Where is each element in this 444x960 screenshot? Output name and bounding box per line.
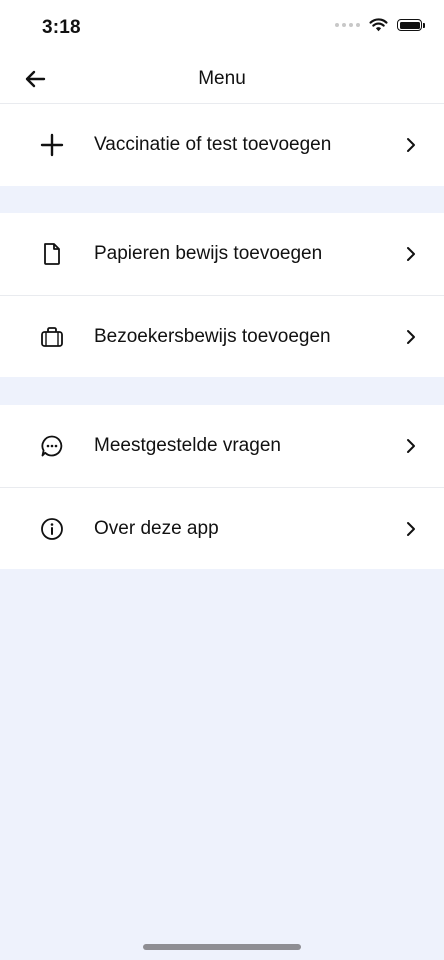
menu-section-proofs: Papieren bewijs toevoegen Bezoekersbewij… [0,213,444,377]
menu-item-label: Over deze app [94,517,219,539]
briefcase-icon [39,324,65,350]
chevron-right-icon [404,136,418,154]
chevron-right-icon [404,245,418,263]
chevron-right-icon [404,520,418,538]
info-icon [39,516,65,542]
status-time: 3:18 [42,17,81,38]
menu-item-add-paper-proof[interactable]: Papieren bewijs toevoegen [0,213,444,295]
wifi-icon [369,18,388,32]
menu-section-info: Meestgestelde vragen Over deze app [0,405,444,569]
chevron-right-icon [404,328,418,346]
menu-item-label: Papieren bewijs toevoegen [94,243,323,264]
document-icon [39,241,65,267]
nav-bar: Menu [0,54,444,104]
menu-item-add-vaccination-or-test[interactable]: Vaccinatie of test toevoegen [0,104,444,186]
status-icons [335,18,425,32]
signal-dots-icon [335,23,360,27]
status-bar: 3:18 [0,0,444,54]
menu-item-label: Meestgestelde vragen [94,435,281,456]
menu-item-about-app[interactable]: Over deze app [0,487,444,569]
menu-item-add-visitor-proof[interactable]: Bezoekersbewijs toevoegen [0,295,444,377]
page-title: Menu [198,68,246,89]
menu-item-label: Vaccinatie of test toevoegen [94,134,332,155]
battery-icon [397,19,425,31]
plus-icon [39,132,65,158]
menu-item-faq[interactable]: Meestgestelde vragen [0,405,444,487]
home-indicator[interactable] [143,944,301,950]
chevron-right-icon [404,437,418,455]
chat-bubble-icon [39,433,65,459]
menu-item-label: Bezoekersbewijs toevoegen [94,325,331,347]
menu-section-add: Vaccinatie of test toevoegen [0,104,444,186]
